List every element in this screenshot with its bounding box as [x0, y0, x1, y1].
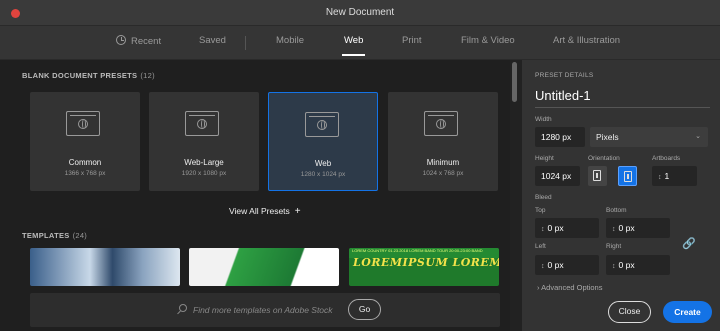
go-button[interactable]: Go	[348, 299, 381, 320]
preset-size: 1920 x 1080 px	[181, 170, 227, 177]
height-field[interactable]: 1024 px	[535, 166, 580, 186]
bleed-right-value: 0 px	[618, 260, 635, 270]
top-label: Top	[535, 207, 546, 214]
tab-divider	[245, 36, 246, 50]
stepper-icon[interactable]: ↕	[658, 174, 662, 181]
view-all-label: View All Presets	[229, 206, 290, 216]
preset-size: 1366 x 768 px	[64, 170, 106, 177]
unit-dropdown[interactable]: Pixels ⌄	[590, 127, 708, 147]
templates-header: TEMPLATES (24)	[22, 231, 87, 240]
bottom-label: Bottom	[606, 207, 627, 214]
bleed-top-value: 0 px	[547, 223, 564, 233]
bleed-bottom-value: 0 px	[618, 223, 635, 233]
document-name-field[interactable]: Untitled-1	[535, 88, 710, 108]
tab-print[interactable]: Print	[402, 35, 422, 46]
bleed-top-field[interactable]: ↕ 0 px	[535, 218, 599, 238]
left-label: Left	[535, 243, 546, 250]
template-thumbnail[interactable]	[30, 248, 180, 286]
window-title: New Document	[325, 7, 395, 18]
document-icon	[305, 112, 339, 137]
title-bar: New Document	[0, 0, 720, 26]
preset-details-panel: PRESET DETAILS Untitled-1 Width 1280 px …	[522, 60, 720, 331]
preset-card-web-large[interactable]: Web-Large 1920 x 1080 px	[149, 92, 259, 191]
document-icon	[185, 111, 219, 136]
category-tab-bar: Recent Saved Mobile Web Print Film & Vid…	[0, 26, 720, 60]
view-all-presets-link[interactable]: View All Presets +	[229, 206, 301, 217]
preset-name: Minimum	[426, 158, 460, 167]
tab-art-illustration[interactable]: Art & Illustration	[553, 35, 620, 46]
presets-scrollbar[interactable]	[512, 62, 517, 102]
advanced-options-toggle[interactable]: › Advanced Options	[537, 283, 602, 292]
tab-saved[interactable]: Saved	[199, 35, 226, 46]
width-label: Width	[535, 116, 552, 123]
preset-card-minimum[interactable]: Minimum 1024 x 768 px	[388, 92, 498, 191]
artboards-value: 1	[664, 171, 670, 181]
chevron-down-icon: ⌄	[695, 133, 701, 140]
close-button[interactable]: Close	[608, 301, 651, 323]
bleed-right-field[interactable]: ↕ 0 px	[606, 255, 670, 275]
document-icon	[424, 111, 458, 136]
bleed-label: Bleed	[535, 194, 552, 201]
preset-details-heading: PRESET DETAILS	[535, 72, 594, 79]
stock-search-bar: Find more templates on Adobe Stock Go	[30, 293, 500, 327]
create-button[interactable]: Create	[663, 301, 712, 323]
stepper-icon[interactable]: ↕	[612, 263, 616, 270]
preset-name: Web-Large	[184, 158, 224, 167]
artboards-label: Artboards	[652, 155, 681, 162]
globe-icon	[78, 119, 88, 129]
preset-card-common[interactable]: Common 1366 x 768 px	[30, 92, 140, 191]
orientation-label: Orientation	[588, 155, 620, 162]
bleed-left-value: 0 px	[547, 260, 564, 270]
clock-icon	[116, 35, 126, 45]
right-label: Right	[606, 243, 622, 250]
preset-name: Web	[314, 159, 332, 168]
presets-panel: BLANK DOCUMENT PRESETS (12) Common 1366 x…	[0, 60, 510, 331]
template-thumbnail[interactable]: LOREM COUNTRY 01.23.2018 LOREM BAND TOUR…	[349, 248, 499, 286]
presets-count: (12)	[140, 71, 155, 80]
landscape-icon	[624, 171, 632, 182]
portrait-icon	[593, 170, 601, 181]
height-label: Height	[535, 155, 554, 162]
plus-icon: +	[294, 206, 301, 217]
portrait-orientation-button[interactable]	[588, 166, 607, 186]
stepper-icon[interactable]: ↕	[612, 226, 616, 233]
tab-label: Recent	[131, 36, 162, 47]
stock-search-input[interactable]: Find more templates on Adobe Stock	[193, 305, 333, 315]
unit-value: Pixels	[596, 132, 619, 142]
globe-icon	[197, 119, 207, 129]
presets-header-label: BLANK DOCUMENT PRESETS	[22, 71, 138, 80]
templates-count: (24)	[72, 231, 88, 240]
tab-recent[interactable]: Recent	[116, 35, 161, 47]
presets-header: BLANK DOCUMENT PRESETS (12)	[22, 71, 155, 80]
globe-icon	[436, 119, 446, 129]
artboards-field[interactable]: ↕ 1	[652, 166, 697, 186]
document-icon	[66, 111, 100, 136]
bleed-bottom-field[interactable]: ↕ 0 px	[606, 218, 670, 238]
landscape-orientation-button[interactable]	[618, 166, 637, 186]
template-title-text: LOREMIPSUM LOREM EMPRIUM'18 EMPRI	[353, 256, 499, 269]
tab-web[interactable]: Web	[341, 35, 366, 56]
bleed-left-field[interactable]: ↕ 0 px	[535, 255, 599, 275]
stepper-icon[interactable]: ↕	[541, 226, 545, 233]
tab-mobile[interactable]: Mobile	[276, 35, 304, 46]
search-icon	[179, 304, 187, 312]
link-icon[interactable]: 🔗	[682, 237, 696, 251]
template-thumbnail[interactable]	[189, 248, 339, 286]
preset-name: Common	[68, 158, 102, 167]
width-field[interactable]: 1280 px	[535, 127, 585, 147]
tab-film-video[interactable]: Film & Video	[461, 35, 515, 46]
stepper-icon[interactable]: ↕	[541, 263, 545, 270]
templates-header-label: TEMPLATES	[22, 231, 70, 240]
preset-size: 1280 x 1024 px	[300, 171, 346, 178]
preset-card-web[interactable]: Web 1280 x 1024 px	[268, 92, 378, 191]
advanced-options-label: Advanced Options	[541, 283, 603, 292]
globe-icon	[317, 120, 327, 130]
preset-size: 1024 x 768 px	[422, 170, 464, 177]
